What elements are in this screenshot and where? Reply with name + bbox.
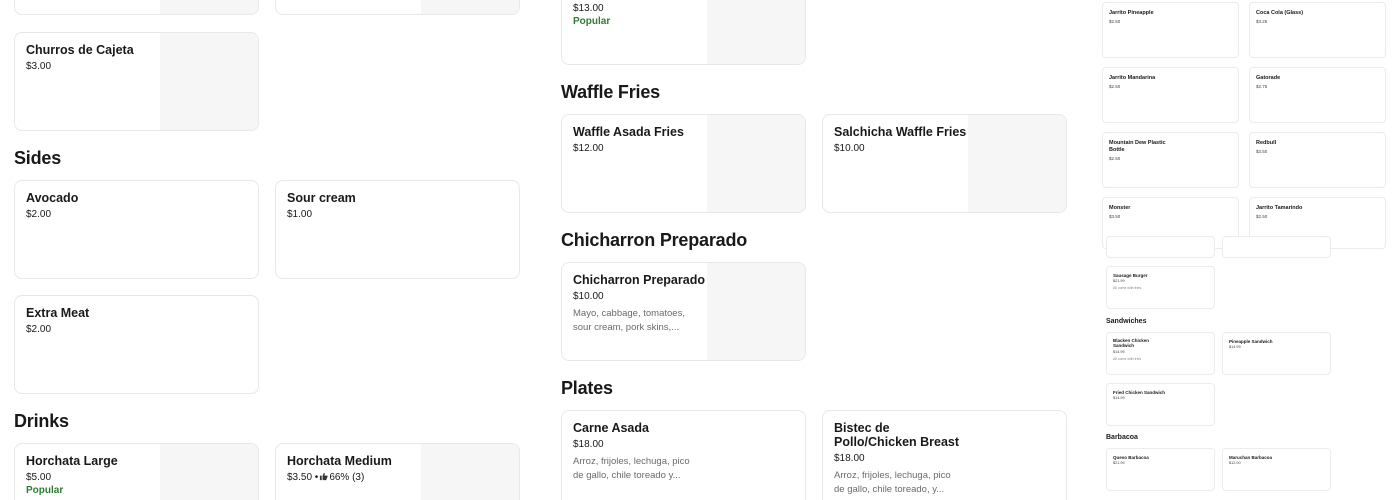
item-price: $2.50 [1109,156,1121,161]
menu-item-carne-asada[interactable]: Carne Asada $18.00 Arroz, frijoles, lechug… [561,410,806,500]
item-price: $2.00 [26,209,52,220]
drink-card-redbull[interactable]: Redbull $3.50 [1249,132,1386,188]
menu-item-extra-meat[interactable]: Extra Meat $2.00 [14,295,259,394]
item-name: Mountain Dew Plastic Bottle [1109,140,1166,153]
item-name: Bistec de Pollo/Chicken Breast [834,421,960,449]
section-heading-sandwiches: Sandwiches [1106,318,1147,325]
section-heading-waffle-fries: Waffle Fries [561,82,660,102]
menu-card-sausage-burger[interactable]: Sausage Burger $21.99 All come with fries [1106,266,1215,309]
item-price: $14.99 [1229,345,1241,349]
menu-item-waffle-asada-fries[interactable]: Waffle Asada Fries $12.00 [561,114,806,213]
item-name: Carne Asada [573,421,649,435]
menu-item-card-top-left-1[interactable] [14,0,259,15]
item-price: $18.00 [573,439,604,450]
drink-card-jarrito-mandarina[interactable]: Jarrito Mandarina $2.50 [1102,67,1239,123]
item-description: Mayo, cabbage, tomatoes, sour cream, por… [573,308,685,333]
menu-card-queso-barbacoa[interactable]: Queso Barbacoa $21.99 [1106,448,1215,491]
menu-card-maruchan-barbacoa[interactable]: Maruchan Barbacoa $12.00 [1222,448,1331,491]
item-image [707,0,805,64]
item-price: $2.75 [1256,84,1268,89]
menu-card-fried-chicken-sandwich[interactable]: Fried Chicken Sandwich $14.99 [1106,383,1215,426]
item-price: $3.50 [1109,214,1121,219]
item-image [421,444,519,500]
menu-item-salchicha-waffle-fries[interactable]: Salchicha Waffle Fries $10.00 [822,114,1067,213]
item-price: $21.99 [1113,461,1125,465]
menu-card-partial-right[interactable] [1222,236,1331,258]
item-name: Monster [1109,205,1131,211]
section-heading-chicharron: Chicharron Preparado [561,230,748,250]
item-image [968,115,1066,212]
drink-card-mountain-dew[interactable]: Mountain Dew Plastic Bottle $2.50 [1102,132,1239,188]
section-heading-drinks: Drinks [14,411,69,431]
item-image [707,115,805,212]
item-price: $1.00 [287,209,313,220]
item-image [160,444,258,500]
item-name: Queso Barbacoa [1113,455,1149,460]
menu-card-partial-left[interactable] [1106,236,1215,258]
item-description: All come with fries [1113,357,1142,361]
drink-card-coca-cola[interactable]: Coca Cola (Glass) $3.25 [1249,2,1386,58]
menu-card-pineapple-sandwich[interactable]: Pineapple Sandwich $14.99 [1222,332,1331,375]
item-description: All come with fries [1113,286,1142,290]
item-description: Arroz, frijoles, lechuga, pico de gallo,… [834,470,951,495]
item-price: $18.00 [834,453,865,464]
item-name: Coca Cola (Glass) [1256,10,1304,16]
item-price: $3.25 [1256,19,1268,24]
item-price: $2.00 [26,324,52,335]
section-heading-plates: Plates [561,378,613,398]
item-description: Arroz, frijoles, lechuga, pico de gallo,… [573,456,690,481]
menu-item-card-top-left-2[interactable] [275,0,520,15]
drink-card-jarrito-pineapple[interactable]: Jarrito Pineapple $2.50 [1102,2,1239,58]
thumbs-up-icon [320,472,328,481]
menu-item-bistec-de-pollo[interactable]: Bistec de Pollo/Chicken Breast $18.00 Arro… [822,410,1067,500]
menu-card-blacken-chicken[interactable]: Blacken Chicken Sandwich $14.99 All come w… [1106,332,1215,375]
drink-card-gatorade[interactable]: Gatorade $2.75 [1249,67,1386,123]
menu-item-popular-top[interactable]: $13.00 Popular [561,0,806,65]
item-price: $3.50 • [287,472,319,483]
menu-item-sour-cream[interactable]: Sour cream $1.00 [275,180,520,279]
item-price: $2.50 [1109,19,1121,24]
item-name: Jarrito Pineapple [1109,10,1154,16]
item-name: Sour cream [287,191,356,205]
item-price: $14.99 [1113,396,1125,400]
item-name: Sausage Burger [1113,273,1148,278]
item-name: Redbull [1256,140,1277,146]
menu-item-horchata-large[interactable]: Horchata Large $5.00 Popular [14,443,259,500]
menu-item-chicharron-preparado[interactable]: Chicharron Preparado $10.00 Mayo, cabbage,… [561,262,806,361]
item-image [707,263,805,360]
item-name: Gatorade [1256,75,1281,81]
item-price: $3.50 [1256,149,1268,154]
item-price: $12.00 [1229,461,1241,465]
section-heading-barbacoa: Barbacoa [1106,434,1138,441]
item-price: $2.50 [1256,214,1268,219]
item-name: Blacken Chicken Sandwich [1113,338,1150,348]
item-name: Pineapple Sandwich [1229,339,1273,344]
item-image [160,33,258,130]
item-rating: 66% (3) [329,472,365,483]
item-name: Jarrito Mandarina [1109,75,1156,81]
section-heading-sides: Sides [14,148,62,168]
item-price: $21.99 [1113,279,1125,283]
item-name: Avocado [26,191,79,205]
menu-item-avocado[interactable]: Avocado $2.00 [14,180,259,279]
menu-item-churros-de-cajeta[interactable]: Churros de Cajeta $3.00 [14,32,259,131]
item-price: $14.99 [1113,350,1125,354]
item-name: Extra Meat [26,306,90,320]
menu-item-horchata-medium[interactable]: Horchata Medium $3.50 • 66% (3) [275,443,520,500]
item-name: Maruchan Barbacoa [1229,455,1273,460]
item-name: Fried Chicken Sandwich [1113,390,1166,395]
item-name: Jarrito Tamarindo [1256,205,1303,211]
item-price: $2.50 [1109,84,1121,89]
